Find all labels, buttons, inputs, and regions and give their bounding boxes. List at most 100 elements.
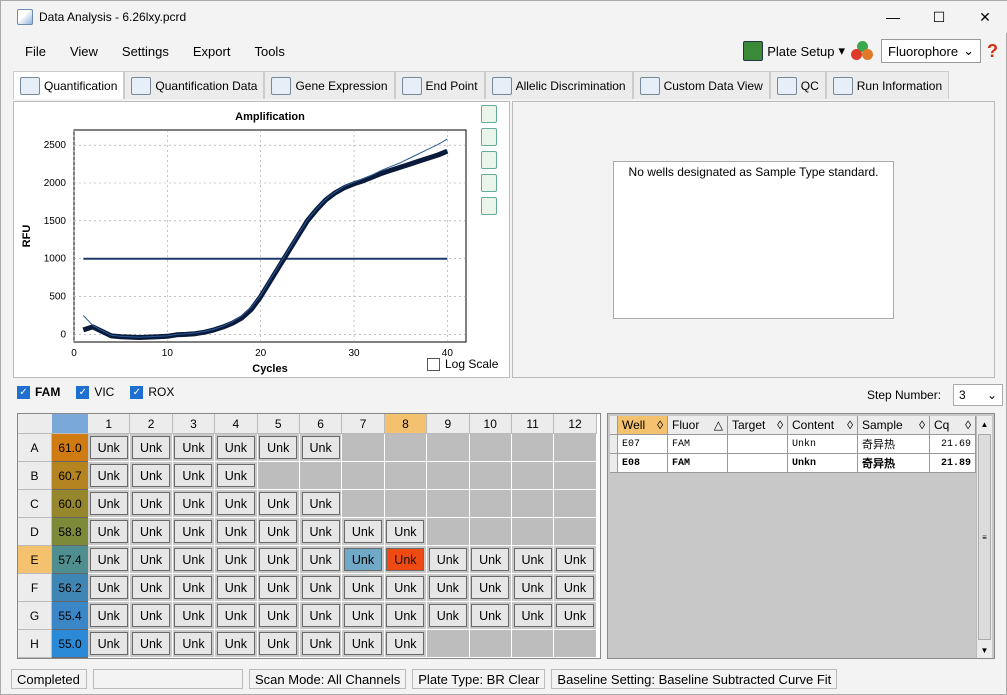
plate-well[interactable] — [427, 462, 470, 490]
plate-well[interactable]: Unk — [257, 434, 300, 462]
plate-well[interactable]: Unk — [511, 602, 555, 630]
plate-well[interactable]: Unk — [469, 602, 512, 630]
column-header[interactable]: 9 — [427, 414, 470, 434]
log-scale-checkbox[interactable] — [427, 357, 440, 371]
plate-well[interactable] — [469, 434, 512, 462]
plate-well[interactable] — [384, 490, 428, 518]
menu-file[interactable]: File — [1, 44, 58, 59]
plate-well[interactable] — [511, 434, 555, 462]
tab-quantification[interactable]: Quantification — [13, 71, 125, 99]
amplification-chart[interactable]: Amplification0 10 20 30 40050010001500200025… — [14, 102, 484, 379]
plate-well[interactable]: Unk — [469, 546, 512, 574]
fluorophore-select[interactable]: Fluorophore ⌄ — [881, 39, 981, 63]
column-header[interactable]: Well ◊ — [618, 416, 668, 435]
plate-well[interactable] — [427, 434, 470, 462]
row-header[interactable]: C — [18, 490, 52, 518]
plate-well[interactable] — [511, 630, 555, 658]
row-header[interactable]: G — [18, 602, 52, 630]
plate-well[interactable]: Unk — [88, 574, 131, 602]
plate-well[interactable]: Unk — [215, 462, 258, 490]
plate-well[interactable] — [342, 462, 385, 490]
column-header[interactable]: 5 — [257, 414, 300, 434]
table-cell[interactable]: FAM — [668, 435, 728, 454]
menu-export[interactable]: Export — [181, 44, 243, 59]
sort-icon[interactable]: ◊ — [777, 418, 783, 432]
row-header[interactable]: H — [18, 630, 52, 658]
plate-well[interactable]: Unk — [299, 518, 343, 546]
fluor-rox[interactable]: ✓ ROX — [130, 385, 174, 399]
sort-icon[interactable]: ◊ — [657, 418, 663, 432]
column-header[interactable]: 11 — [511, 414, 555, 434]
plate-well[interactable] — [427, 630, 470, 658]
plate-well[interactable] — [554, 462, 597, 490]
plate-well[interactable]: Unk — [299, 630, 343, 658]
plate-well[interactable] — [469, 490, 512, 518]
plate-well[interactable]: Unk — [172, 574, 216, 602]
scroll-down-icon[interactable]: ▼ — [977, 642, 992, 658]
plate-well[interactable]: Unk — [88, 630, 131, 658]
row-header[interactable]: B — [18, 462, 52, 490]
plate-well[interactable]: Unk — [88, 602, 131, 630]
log-scale-toggle[interactable]: Log Scale — [427, 357, 498, 371]
plate-well[interactable]: Unk — [554, 574, 597, 602]
column-header[interactable]: Cq ◊ — [930, 416, 976, 435]
plate-well[interactable]: Unk — [257, 518, 300, 546]
menu-tools[interactable]: Tools — [242, 44, 296, 59]
plate-well[interactable] — [511, 518, 555, 546]
plate-well[interactable]: Unk — [88, 518, 131, 546]
plate-well[interactable]: Unk — [511, 546, 555, 574]
plate-well[interactable]: Unk — [511, 574, 555, 602]
scroll-thumb[interactable]: ≡ — [978, 434, 991, 640]
table-row[interactable]: Well ◊ Fluor △ Target ◊ Content ◊ Sample ◊ Cq ◊ — [610, 416, 978, 435]
plate-well[interactable]: Unk — [215, 434, 258, 462]
column-header[interactable]: Sample ◊ — [858, 416, 930, 435]
column-header[interactable]: 1 — [88, 414, 131, 434]
plate-well[interactable]: Unk — [554, 602, 597, 630]
plate-well[interactable]: Unk — [299, 546, 343, 574]
plate-well[interactable]: Unk — [88, 462, 131, 490]
plate-well[interactable]: Unk — [130, 490, 173, 518]
plate-well[interactable]: Unk — [384, 574, 428, 602]
plate-well[interactable] — [469, 518, 512, 546]
plate-well[interactable]: Unk — [130, 574, 173, 602]
column-header[interactable]: 6 — [299, 414, 343, 434]
plate-well[interactable]: Unk — [172, 490, 216, 518]
plate-well[interactable]: Unk — [384, 630, 428, 658]
scroll-up-icon[interactable]: ▲ — [977, 416, 992, 432]
plate-well[interactable]: Unk — [172, 518, 216, 546]
plate-well[interactable] — [511, 462, 555, 490]
plate-well[interactable]: Unk — [299, 434, 343, 462]
plate-well[interactable]: Unk — [257, 546, 300, 574]
plate-setup-button[interactable]: Plate Setup ▾ — [743, 41, 845, 61]
plate-well[interactable]: Unk — [88, 490, 131, 518]
plate-well[interactable]: Unk — [172, 462, 216, 490]
zoom-icon[interactable] — [481, 174, 497, 192]
plate-well[interactable] — [554, 518, 597, 546]
plate-well[interactable]: Unk — [257, 602, 300, 630]
plate-well[interactable] — [257, 462, 300, 490]
table-cell[interactable]: 21.89 — [930, 454, 976, 473]
check-icon[interactable]: ✓ — [17, 385, 30, 399]
table-cell[interactable] — [728, 454, 788, 473]
plate-well[interactable]: Unk — [384, 518, 428, 546]
plate-well[interactable]: Unk — [257, 574, 300, 602]
plate-well[interactable]: Unk — [88, 434, 131, 462]
row-header[interactable]: F — [18, 574, 52, 602]
column-header[interactable]: 4 — [215, 414, 258, 434]
plate-well[interactable]: Unk — [172, 434, 216, 462]
plate-well[interactable]: Unk — [257, 630, 300, 658]
fluor-vic[interactable]: ✓ VIC — [76, 385, 114, 399]
plate-well[interactable]: Unk — [299, 490, 343, 518]
plate-well[interactable]: Unk — [342, 546, 385, 574]
tab-end-point[interactable]: End Point — [394, 71, 485, 99]
plate-well[interactable] — [384, 462, 428, 490]
plate-well[interactable] — [469, 630, 512, 658]
plate-well[interactable]: Unk — [130, 602, 173, 630]
sort-icon[interactable]: ◊ — [919, 418, 925, 432]
plate-well[interactable]: Unk — [427, 574, 470, 602]
menu-view[interactable]: View — [58, 44, 110, 59]
table-cell[interactable]: FAM — [668, 454, 728, 473]
export-icon[interactable] — [481, 128, 497, 146]
table-cell[interactable]: E07 — [618, 435, 668, 454]
refresh-icon[interactable] — [481, 151, 497, 169]
